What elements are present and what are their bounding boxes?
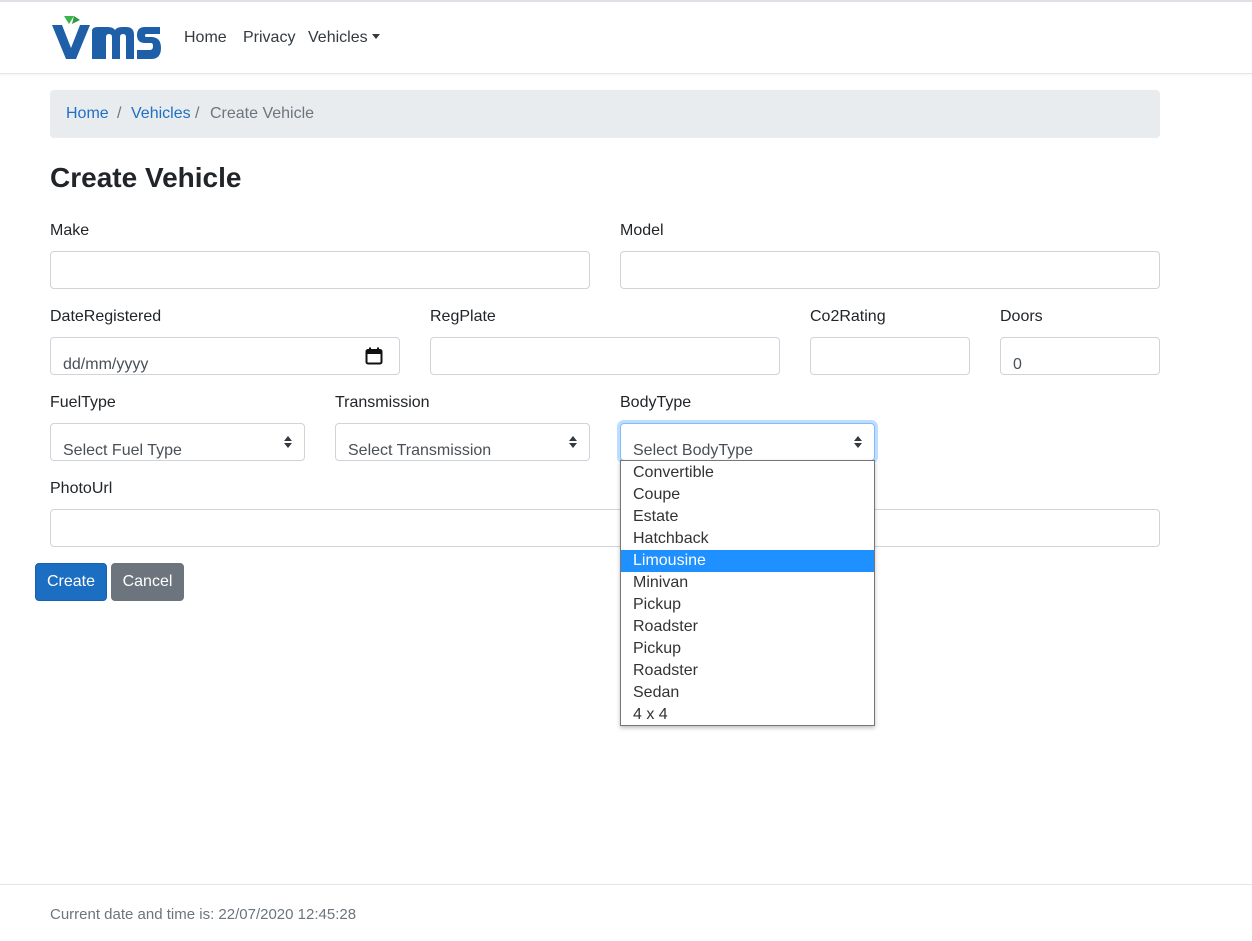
breadcrumb: Home / Vehicles / Create Vehicle [50,90,1160,138]
model-label: Model [620,222,664,239]
body-type-options-list: Convertible Coupe Estate Hatchback Limou… [620,460,875,726]
body-type-label: BodyType [620,394,692,411]
fuel-type-selected: Select Fuel Type [63,442,182,459]
photo-url-label: PhotoUrl [50,480,113,497]
make-label: Make [50,222,90,239]
footer-divider [0,884,1252,885]
co2-rating-input[interactable] [810,337,970,375]
body-type-option[interactable]: Hatchback [621,528,874,550]
make-input[interactable] [50,251,590,289]
doors-value: 0 [1013,356,1022,373]
body-type-option[interactable]: Pickup [621,594,874,616]
date-registered-input[interactable]: dd/mm/yyyy [50,337,400,375]
nav-home[interactable]: Home [184,29,227,47]
body-type-select[interactable]: Select BodyType [620,423,875,461]
date-registered-label: DateRegistered [50,308,162,325]
cancel-button[interactable]: Cancel [111,563,184,601]
vms-logo[interactable] [50,15,162,61]
breadcrumb-vehicles[interactable]: Vehicles [131,105,191,123]
nav-vehicles-label: Vehicles [308,29,368,46]
reg-plate-label: RegPlate [430,308,496,325]
body-type-option[interactable]: Minivan [621,572,874,594]
select-arrows-icon [569,436,577,448]
body-type-option[interactable]: 4 x 4 [621,704,874,726]
co2-rating-label: Co2Rating [810,308,886,325]
photo-url-input[interactable] [50,509,1160,547]
fuel-type-label: FuelType [50,394,116,411]
body-type-option[interactable]: Roadster [621,660,874,682]
transmission-selected: Select Transmission [348,442,492,459]
caret-down-icon [371,34,380,39]
date-placeholder: dd/mm/yyyy [63,356,149,373]
body-type-option[interactable]: Roadster [621,616,874,638]
select-arrows-icon [284,436,292,448]
fuel-type-select[interactable]: Select Fuel Type [50,423,305,461]
footer-datetime: Current date and time is: 22/07/2020 12:… [50,906,357,923]
breadcrumb-separator: / [117,105,122,122]
reg-plate-input[interactable] [430,337,780,375]
doors-label: Doors [1000,308,1043,325]
body-type-option[interactable]: Coupe [621,484,874,506]
nav-vehicles-dropdown[interactable]: Vehicles [308,29,380,47]
body-type-option[interactable]: Estate [621,506,874,528]
body-type-option[interactable]: Convertible [621,462,874,484]
model-input[interactable] [620,251,1160,289]
breadcrumb-separator: / [195,105,200,122]
create-button[interactable]: Create [35,563,107,601]
calendar-icon[interactable] [365,347,383,365]
page-title: Create Vehicle [50,162,242,193]
body-type-option[interactable]: Sedan [621,682,874,704]
breadcrumb-current: Create Vehicle [210,105,315,122]
transmission-label: Transmission [335,394,430,411]
nav-privacy[interactable]: Privacy [243,29,295,47]
doors-input[interactable]: 0 [1000,337,1160,375]
select-arrows-icon [854,436,862,448]
body-type-option[interactable]: Limousine [621,550,874,572]
transmission-select[interactable]: Select Transmission [335,423,590,461]
body-type-option[interactable]: Pickup [621,638,874,660]
breadcrumb-home[interactable]: Home [66,105,109,123]
navbar: Home Privacy Vehicles [0,2,1252,74]
